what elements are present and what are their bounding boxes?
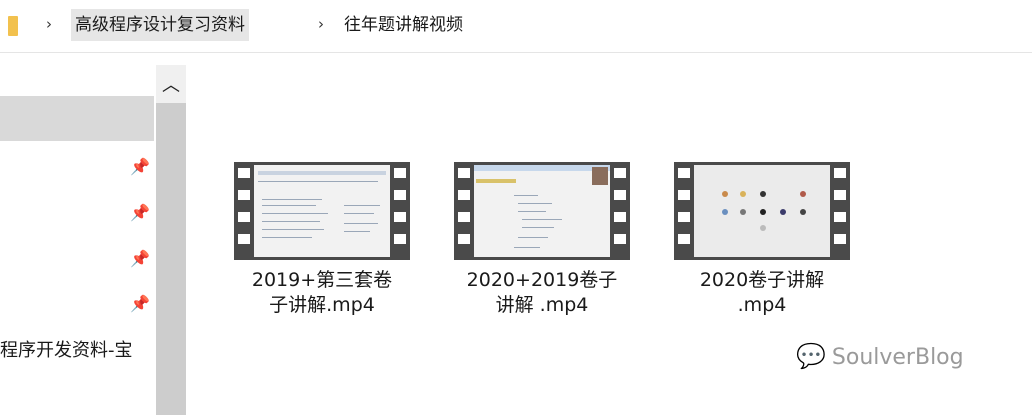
breadcrumb-item[interactable]: 往年题讲解视频 (340, 9, 467, 41)
video-thumbnail (234, 162, 410, 260)
wechat-icon: 💬 (796, 342, 826, 370)
nav-scrollbar[interactable]: ︿ (156, 65, 186, 415)
chevron-right-icon[interactable]: › (318, 15, 324, 33)
watermark: 💬 SoulverBlog (796, 342, 964, 370)
pin-icon: 📌 (130, 294, 150, 313)
nav-selected-item[interactable] (0, 96, 154, 141)
video-thumbnail (454, 162, 630, 260)
folder-icon (8, 16, 18, 36)
breadcrumb-item[interactable]: 高级程序设计复习资料 (71, 9, 249, 41)
nav-item-label[interactable]: 程序开发资料-宝 (0, 336, 154, 362)
file-item[interactable]: 2020卷子讲解 .mp4 (672, 162, 852, 318)
file-name[interactable]: 2020卷子讲解 .mp4 (672, 268, 852, 318)
pin-icon: 📌 (130, 203, 150, 222)
video-thumbnail (674, 162, 850, 260)
file-name[interactable]: 2020+2019卷子 讲解 .mp4 (452, 268, 632, 318)
navigation-pane: 📌 📌 📌 📌 程序开发资料-宝 (0, 65, 156, 415)
toolbar-divider (0, 52, 1032, 53)
file-name[interactable]: 2019+第三套卷 子讲解.mp4 (232, 268, 412, 318)
file-item[interactable]: 2019+第三套卷 子讲解.mp4 (232, 162, 412, 318)
file-item[interactable]: 2020+2019卷子 讲解 .mp4 (452, 162, 632, 318)
address-bar: › 高级程序设计复习资料 › 往年题讲解视频 (0, 0, 1032, 52)
pin-icon: 📌 (130, 157, 150, 176)
chevron-right-icon[interactable]: › (46, 15, 52, 33)
pin-icon: 📌 (130, 249, 150, 268)
scroll-up-arrow-icon[interactable]: ︿ (156, 65, 186, 103)
scrollbar-thumb[interactable] (156, 103, 186, 415)
